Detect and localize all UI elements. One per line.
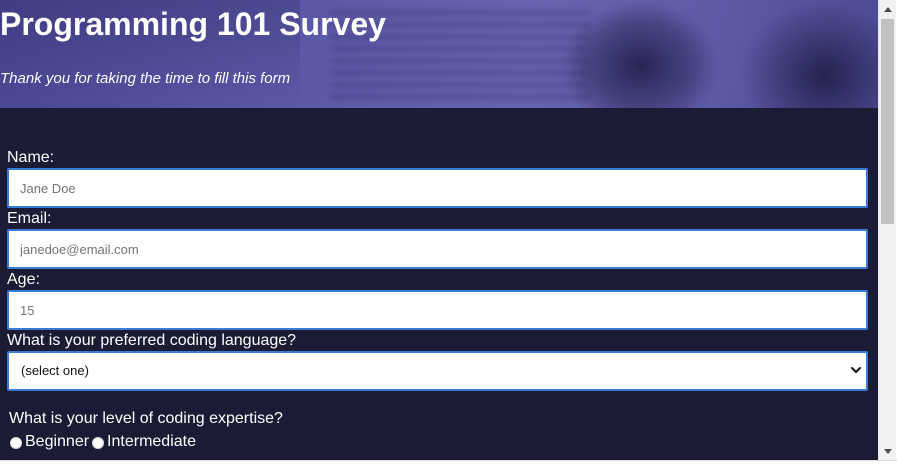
arrow-down-icon[interactable] bbox=[879, 443, 896, 460]
email-label: Email: bbox=[7, 210, 52, 227]
arrow-up-icon[interactable] bbox=[879, 0, 896, 17]
page-title: Programming 101 Survey bbox=[0, 6, 386, 42]
scrollbar-thumb[interactable] bbox=[881, 19, 894, 224]
page-frame: Programming 101 Survey Thank you for tak… bbox=[0, 0, 878, 460]
expertise-radio-group: Beginner Intermediate bbox=[8, 433, 196, 451]
radio-beginner[interactable] bbox=[10, 437, 22, 449]
language-select[interactable]: (select one) bbox=[7, 351, 868, 391]
radio-intermediate-label: Intermediate bbox=[107, 433, 196, 450]
chevron-down-icon bbox=[851, 367, 861, 373]
survey-form: Name: Email: Age: What is your preferred… bbox=[7, 148, 868, 391]
radio-intermediate[interactable] bbox=[92, 437, 105, 449]
page-subtitle: Thank you for taking the time to fill th… bbox=[0, 70, 291, 87]
expertise-question: What is your level of coding expertise? bbox=[9, 410, 283, 427]
age-label: Age: bbox=[7, 271, 40, 288]
language-select-value: (select one) bbox=[7, 351, 868, 391]
header-banner: Programming 101 Survey Thank you for tak… bbox=[0, 0, 878, 108]
name-label: Name: bbox=[7, 149, 55, 166]
vertical-scrollbar[interactable] bbox=[878, 0, 896, 460]
age-input[interactable] bbox=[7, 290, 868, 330]
language-label: What is your preferred coding language? bbox=[7, 332, 297, 349]
bottom-edge bbox=[0, 460, 897, 471]
radio-beginner-label: Beginner bbox=[25, 433, 90, 450]
name-input[interactable] bbox=[7, 168, 868, 208]
email-input[interactable] bbox=[7, 229, 868, 269]
